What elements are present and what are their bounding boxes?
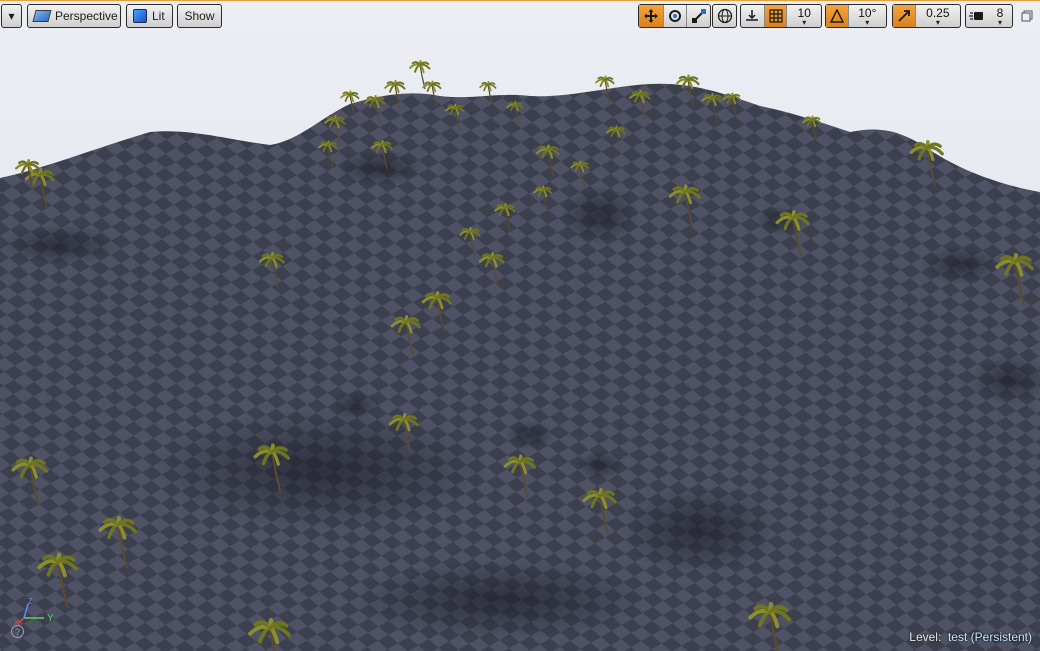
grid-snap-value-dropdown[interactable]: 10 ▾	[787, 5, 821, 27]
level-viewport[interactable]: ▾ Perspective Lit Show 10 ▾ 10° ▾ 0.25 ▾…	[0, 0, 1040, 651]
axis-z-label: Z	[28, 598, 33, 606]
world-local-toggle[interactable]	[712, 4, 737, 28]
rotation-snap-value-dropdown[interactable]: 10° ▾	[849, 5, 886, 27]
scale-snap-group: 0.25 ▾	[892, 4, 961, 28]
level-value: test (Persistent)	[947, 630, 1032, 644]
perspective-icon	[32, 10, 52, 22]
scale-snap-value-dropdown[interactable]: 0.25 ▾	[916, 5, 960, 27]
lit-cube-icon	[133, 9, 147, 23]
lit-button[interactable]: Lit	[126, 4, 173, 28]
world-icon	[717, 8, 732, 24]
axis-gizmo: Y Z X	[14, 598, 54, 626]
perspective-label: Perspective	[55, 9, 118, 23]
lit-label: Lit	[152, 9, 165, 23]
rotate-icon	[669, 10, 681, 22]
rotation-snap-toggle[interactable]	[826, 5, 848, 27]
translate-tool-button[interactable]	[639, 5, 663, 27]
help-icon[interactable]: ?	[11, 625, 24, 638]
level-label: Level:	[909, 630, 942, 644]
viewport-menu-caret-icon: ▾	[8, 9, 15, 23]
grid-snap-toggle[interactable]	[764, 5, 787, 27]
chevron-down-icon: ▾	[935, 17, 940, 27]
camera-speed-value-wrap: 8 ▾	[988, 5, 1012, 27]
grid-snap-group: 10 ▾	[740, 4, 822, 28]
axis-y-label: Y	[47, 613, 54, 624]
chevron-down-icon: ▾	[997, 17, 1002, 27]
terrain-scene	[0, 0, 1040, 651]
scale-icon	[691, 9, 706, 23]
current-level-indicator: Level: test (Persistent)	[909, 630, 1032, 644]
scale-snap-toggle[interactable]	[893, 5, 915, 27]
camera-speed-icon	[969, 12, 983, 20]
chevron-down-icon: ▾	[865, 17, 870, 27]
grid-snap-icon	[768, 9, 783, 23]
viewport-options-button[interactable]: ▾	[1, 4, 22, 28]
surface-snap-icon	[746, 10, 759, 21]
perspective-button[interactable]: Perspective	[27, 4, 121, 28]
rotate-tool-button[interactable]	[664, 5, 687, 27]
surface-snap-button[interactable]	[741, 5, 764, 27]
rotation-snap-icon	[829, 9, 844, 23]
scale-snap-icon	[898, 10, 910, 22]
show-button[interactable]: Show	[177, 4, 222, 28]
show-label: Show	[184, 9, 215, 23]
translate-icon	[643, 9, 658, 23]
maximize-icon	[1021, 10, 1033, 22]
camera-speed-button[interactable]: 8 ▾	[965, 4, 1013, 28]
transform-tools-group	[638, 4, 711, 28]
scale-tool-button[interactable]	[687, 5, 710, 27]
viewport-active-border	[0, 0, 1040, 1]
camera-speed-icon-cell	[966, 5, 988, 27]
chevron-down-icon: ▾	[802, 17, 807, 27]
rotation-snap-group: 10° ▾	[825, 4, 887, 28]
maximize-viewport-button[interactable]	[1020, 9, 1034, 23]
